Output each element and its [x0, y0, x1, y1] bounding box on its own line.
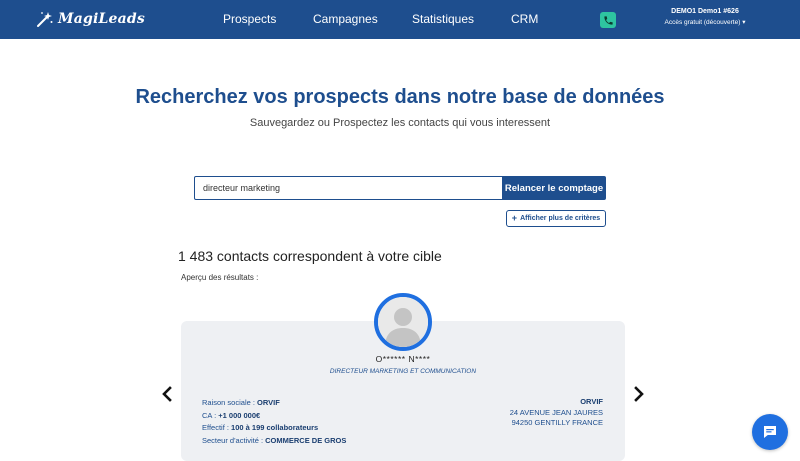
- ca-row: CA : +1 000 000€: [202, 410, 261, 420]
- page-title: Recherchez vos prospects dans notre base…: [135, 86, 665, 108]
- magic-wand-icon: [37, 12, 53, 27]
- chat-icon: [764, 426, 776, 438]
- raison-row: Raison sociale : ORVIF: [202, 398, 280, 407]
- avatar-placeholder-icon: [378, 297, 428, 347]
- contact-role: DIRECTEUR MARKETING ET COMMUNICATION: [329, 368, 477, 375]
- phone-button[interactable]: [600, 12, 616, 28]
- search-input[interactable]: [194, 176, 503, 200]
- company-address: ORVIF 24 AVENUE JEAN JAURES 94250 GENTIL…: [440, 397, 603, 429]
- effectif-row: Effectif : 100 à 199 collaborateurs: [202, 423, 319, 432]
- logo-text: MagiLeads: [58, 11, 145, 27]
- plus-icon: +: [511, 213, 518, 223]
- chevron-right-icon[interactable]: [633, 386, 645, 402]
- more-criteria-button[interactable]: + Afficher plus de critères: [506, 210, 606, 227]
- avatar: [374, 293, 432, 351]
- secteur-row: Secteur d'activité : COMMERCE DE GROS: [202, 435, 347, 445]
- nav-statistiques[interactable]: Statistiques: [412, 12, 474, 26]
- phone-icon: [603, 15, 613, 25]
- nav-prospects[interactable]: Prospects: [223, 12, 276, 26]
- company-details: Raison sociale : ORVIF CA : +1 000 000€ …: [202, 397, 346, 447]
- caret-down-icon: ▾: [742, 19, 746, 26]
- user-name: DEMO1 Demo1 #626: [671, 8, 739, 15]
- relaunch-count-button[interactable]: Relancer le comptage: [502, 176, 606, 200]
- chat-button[interactable]: [752, 414, 788, 450]
- results-count: 1 483 contacts correspondent à votre cib…: [178, 248, 442, 264]
- preview-label: Aperçu des résultats :: [181, 273, 259, 282]
- page-subtitle: Sauvegardez ou Prospectez les contacts q…: [249, 117, 551, 129]
- user-plan: Accès gratuit (découverte) ▾: [664, 19, 746, 26]
- company-name: ORVIF: [580, 397, 603, 406]
- nav-campagnes[interactable]: Campagnes: [313, 12, 378, 26]
- address-line-1: 24 AVENUE JEAN JAURES: [509, 407, 603, 417]
- more-criteria-label: Afficher plus de critères: [520, 215, 601, 222]
- address-line-2: 94250 GENTILLY FRANCE: [511, 418, 603, 427]
- user-menu[interactable]: DEMO1 Demo1 #626 Accès gratuit (découver…: [660, 8, 750, 26]
- top-navbar: MagiLeads Prospects Campagnes Statistiqu…: [0, 0, 800, 39]
- nav-crm[interactable]: CRM: [511, 12, 538, 26]
- logo[interactable]: MagiLeads: [36, 9, 145, 29]
- chevron-left-icon[interactable]: [161, 386, 173, 402]
- contact-name: O****** N****: [375, 354, 431, 364]
